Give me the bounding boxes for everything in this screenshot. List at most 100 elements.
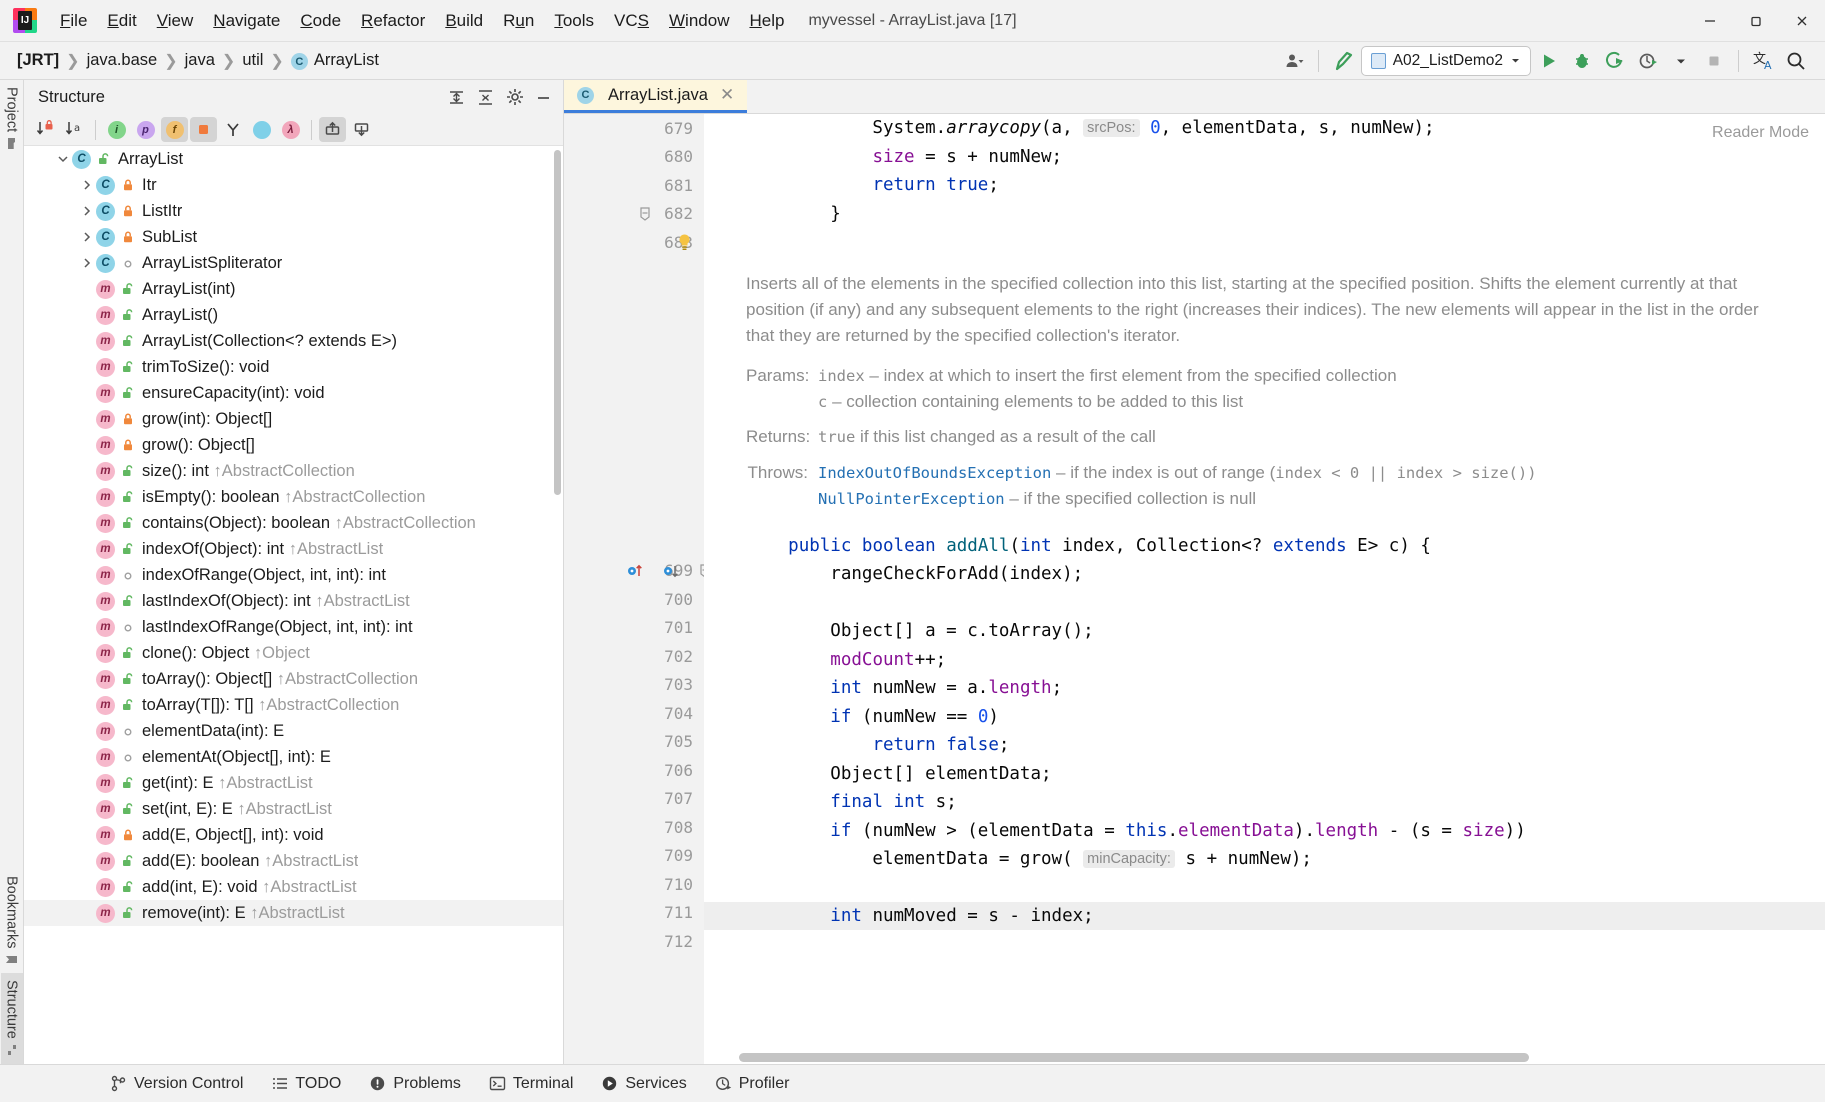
code-line-699[interactable]: public boolean addAll(int index, Collect… — [704, 531, 1825, 560]
menu-navigate[interactable]: Navigate — [203, 7, 290, 35]
tree-node-arraylist-int-[interactable]: m ArrayList(int) — [24, 276, 563, 302]
code-line-680[interactable]: size = s + numNew; — [704, 143, 1825, 172]
group-by-type-icon[interactable] — [219, 117, 246, 142]
code-line-711[interactable] — [704, 873, 1825, 902]
show-lambdas-icon[interactable]: λ — [277, 117, 304, 142]
tree-node-trimtosize----void[interactable]: m trimToSize(): void — [24, 354, 563, 380]
tree-node-isempty----boolean[interactable]: m isEmpty(): boolean ↑AbstractCollection — [24, 484, 563, 510]
chevron-down-icon[interactable] — [1666, 47, 1696, 75]
gutter-line-682[interactable]: 682 — [564, 200, 704, 229]
tree-node-grow-int---object--[interactable]: m grow(int): Object[] — [24, 406, 563, 432]
gutter-line-679[interactable]: 679 — [564, 114, 704, 143]
code-line-704[interactable]: int numNew = a. length; — [704, 674, 1825, 703]
hide-icon[interactable] — [530, 85, 557, 110]
status-item-version-control[interactable]: Version Control — [96, 1071, 257, 1097]
code-line-712[interactable]: int numMoved = s - index; — [704, 901, 1825, 931]
tree-node-ensurecapacity-int---void[interactable]: m ensureCapacity(int): void — [24, 380, 563, 406]
sort-by-visibility-icon[interactable] — [32, 117, 59, 142]
debug-icon[interactable] — [1567, 47, 1597, 75]
tree-node-clone----object[interactable]: m clone(): Object ↑Object — [24, 640, 563, 666]
collapse-all-icon[interactable] — [472, 85, 499, 110]
close-button[interactable] — [1779, 0, 1825, 42]
user-profile-icon[interactable] — [1279, 47, 1309, 75]
tree-node-itr[interactable]: C Itr — [24, 172, 563, 198]
maximize-restore-button[interactable] — [1733, 0, 1779, 42]
menu-view[interactable]: View — [147, 7, 204, 35]
menu-edit[interactable]: Edit — [97, 7, 146, 35]
stop-icon[interactable] — [1699, 47, 1729, 75]
tree-node-grow----object--[interactable]: m grow(): Object[] — [24, 432, 563, 458]
gutter-line-707[interactable]: 707 — [564, 785, 704, 814]
tree-node-remove-int---e[interactable]: m remove(int): E ↑AbstractList — [24, 900, 563, 926]
tree-node-elementdata-int---e[interactable]: m elementData(int): E — [24, 718, 563, 744]
close-icon[interactable]: ✕ — [720, 85, 734, 105]
minimize-button[interactable] — [1687, 0, 1733, 42]
fold-marker[interactable] — [626, 206, 652, 222]
structure-tree[interactable]: C ArrayList C Itr C ListItr C SubList C ArrayList… — [24, 146, 563, 1064]
menu-build[interactable]: Build — [435, 7, 493, 35]
show-inherited-icon[interactable]: i — [103, 117, 130, 142]
tree-node-indexof-object---int[interactable]: m indexOf(Object): int ↑AbstractList — [24, 536, 563, 562]
code-line-682[interactable]: } — [704, 200, 1825, 229]
code-line-681[interactable]: return true; — [704, 171, 1825, 200]
show-properties-icon[interactable]: p — [132, 117, 159, 142]
editor-horizontal-scrollbar[interactable] — [564, 1053, 1825, 1064]
javadoc-exception-link[interactable]: IndexOutOfBoundsException — [818, 464, 1051, 482]
scroll-to-source-icon[interactable] — [348, 117, 375, 142]
tree-node-toarray-t-----t--[interactable]: m toArray(T[]): T[] ↑AbstractCollection — [24, 692, 563, 718]
code-line-706[interactable]: return false; — [704, 731, 1825, 760]
code-line-700[interactable]: rangeCheckForAdd(index); — [704, 560, 1825, 589]
code-line-707[interactable]: Object[] elementData; — [704, 759, 1825, 788]
tree-node-add-e--object----int---void[interactable]: m add(E, Object[], int): void — [24, 822, 563, 848]
gutter-line-700[interactable]: 700 — [564, 585, 704, 614]
run-icon[interactable] — [1534, 47, 1564, 75]
sort-alphabetically-icon[interactable]: a — [61, 117, 88, 142]
show-anonymous-classes-icon[interactable] — [248, 117, 275, 142]
settings-gear-icon[interactable] — [501, 85, 528, 110]
editor-gutter[interactable]: 679 680 681 682 683 699 700 701 702 703 704 705 706 7… — [564, 114, 710, 1064]
hammer-icon[interactable] — [1328, 47, 1358, 75]
gutter-line-709[interactable]: 709 — [564, 842, 704, 871]
structure-scrollbar[interactable] — [554, 150, 561, 495]
status-item-terminal[interactable]: Terminal — [475, 1071, 587, 1097]
tree-node-get-int---e[interactable]: m get(int): E ↑AbstractList — [24, 770, 563, 796]
menu-code[interactable]: Code — [290, 7, 351, 35]
run-configuration-selector[interactable]: A02_ListDemo2 — [1360, 45, 1531, 76]
code-line-703[interactable]: modCount ++; — [704, 645, 1825, 674]
tab-arraylist-java[interactable]: C ArrayList.java ✕ — [564, 80, 748, 113]
impl-down-marker[interactable] — [650, 562, 682, 580]
tree-node-lastindexof-object---int[interactable]: m lastIndexOf(Object): int ↑AbstractList — [24, 588, 563, 614]
tree-node-lastindexofrange-object--int--int---int[interactable]: m lastIndexOfRange(Object, int, int): int — [24, 614, 563, 640]
gutter-line-704[interactable]: 704 — [564, 699, 704, 728]
code-line-708[interactable]: final int s; — [704, 788, 1825, 817]
gutter-line-705[interactable]: 705 — [564, 728, 704, 757]
breadcrumb-item-java[interactable]: java — [182, 49, 218, 72]
code-line-702[interactable]: Object[] a = c.toArray(); — [704, 617, 1825, 646]
intention-bulb-icon[interactable] — [676, 233, 693, 251]
gutter-line-702[interactable]: 702 — [564, 642, 704, 671]
gutter-line-710[interactable]: 710 — [564, 870, 704, 899]
translate-icon[interactable]: 文A — [1748, 47, 1778, 75]
status-item-profiler[interactable]: Profiler — [701, 1071, 804, 1097]
profiler-icon[interactable] — [1633, 47, 1663, 75]
tree-node-indexofrange-object--int--int---int[interactable]: m indexOfRange(Object, int, int): int — [24, 562, 563, 588]
chevron-right-icon[interactable] — [78, 229, 95, 246]
tree-node-set-int--e---e[interactable]: m set(int, E): E ↑AbstractList — [24, 796, 563, 822]
status-item-problems[interactable]: Problems — [355, 1071, 475, 1097]
tree-node-contains-object---boolean[interactable]: m contains(Object): boolean ↑AbstractColl… — [24, 510, 563, 536]
show-non-public-icon[interactable] — [190, 117, 217, 142]
menu-file[interactable]: File — [50, 7, 97, 35]
rail-item-bookmarks[interactable]: Bookmarks — [1, 869, 23, 974]
chevron-right-icon[interactable] — [78, 177, 95, 194]
code-line-679[interactable]: System. arraycopy (a, srcPos: 0, elementDa… — [704, 114, 1825, 143]
menu-help[interactable]: Help — [739, 7, 794, 35]
gutter-line-706[interactable]: 706 — [564, 756, 704, 785]
rail-item-structure[interactable]: Structure — [0, 973, 23, 1064]
impl-up-marker[interactable] — [626, 562, 646, 580]
gutter-line-711[interactable]: 711 — [564, 899, 704, 928]
chevron-down-icon[interactable] — [54, 151, 71, 168]
menu-refactor[interactable]: Refactor — [351, 7, 435, 35]
tree-node-arraylistspliterator[interactable]: C ArrayListSpliterator — [24, 250, 563, 276]
gutter-line-681[interactable]: 681 — [564, 171, 704, 200]
tree-node-add-int--e---void[interactable]: m add(int, E): void ↑AbstractList — [24, 874, 563, 900]
